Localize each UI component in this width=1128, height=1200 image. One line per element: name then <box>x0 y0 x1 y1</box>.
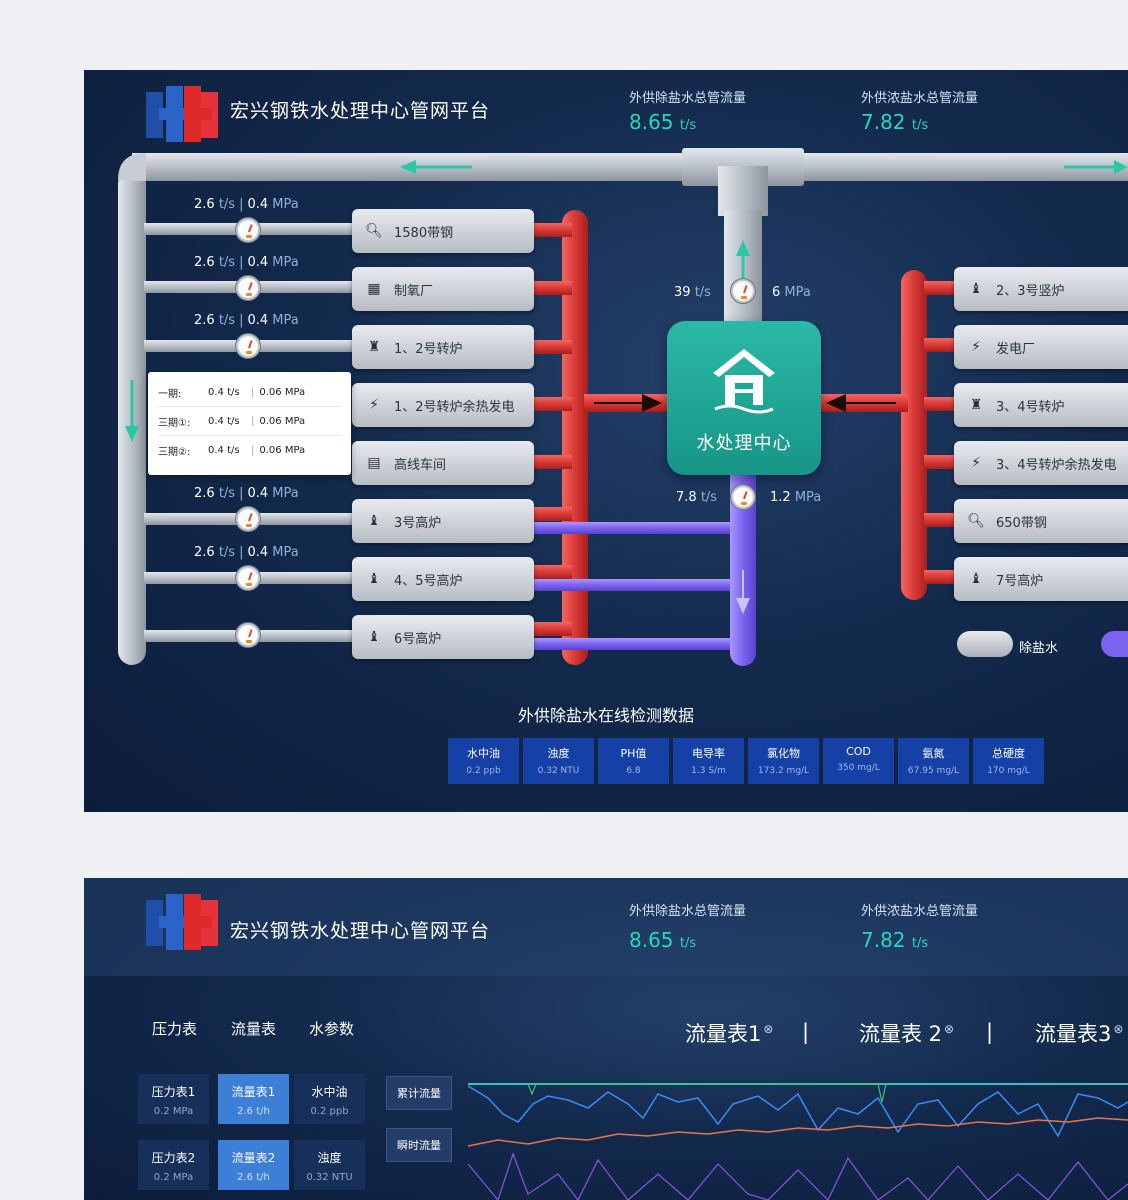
series-line-green <box>527 1083 887 1103</box>
brine-total-flow-label: 外供浓盐水总管流量 <box>861 904 979 919</box>
param-cell[interactable]: PH值 6.8 <box>598 738 669 784</box>
center-top-flow: 39 t/s <box>674 285 711 300</box>
tooltip-row: 一期: 0.4 t/s | 0.06 MPa <box>158 378 341 407</box>
unit-box[interactable]: 🔍︎ 1580带钢 <box>352 209 534 253</box>
brine-total-flow-value: 7.82 t/s <box>861 928 929 952</box>
series-line-purple <box>468 1152 1128 1200</box>
pressure-gauge-icon[interactable] <box>235 506 261 532</box>
furnace-icon: ♝ <box>367 629 381 645</box>
unit-box[interactable]: ⚡︎ 1、2号转炉余热发电 <box>352 383 534 427</box>
water-treatment-center[interactable]: 水处理中心 <box>667 321 821 475</box>
branch-flow-reading: 2.6 t/s | 0.4 MPa <box>194 197 299 212</box>
meter-cell-pressure-2[interactable]: 压力表2 0.2 MPa <box>138 1140 209 1190</box>
meter-cell-oil[interactable]: 水中油 0.2 ppb <box>294 1074 365 1124</box>
series-line-orange <box>468 1117 1128 1147</box>
unit-box[interactable]: ♝ 7号高炉 <box>954 557 1128 601</box>
unit-box[interactable]: ⚡︎ 发电厂 <box>954 325 1128 369</box>
cumulative-flow-button[interactable]: 累计流量 <box>386 1076 452 1110</box>
meter-tab-1[interactable]: 流量表1 ⊗ <box>685 1018 773 1048</box>
unit-box[interactable]: ♝ 4、5号高炉 <box>352 557 534 601</box>
meter-cell-flow-1[interactable]: 流量表1 2.6 t/h <box>218 1074 289 1124</box>
center-bottom-flow: 7.8 t/s <box>676 490 718 505</box>
meter-tab-2[interactable]: 流量表 2 ⊗ <box>859 1018 954 1048</box>
desalted-total-flow-label: 外供除盐水总管流量 <box>629 904 747 919</box>
unit-box[interactable]: ♜ 3、4号转炉 <box>954 383 1128 427</box>
tooltip-row: 三期①: 0.4 t/s | 0.06 MPa <box>158 407 341 436</box>
furnace-icon: ♝ <box>969 281 983 297</box>
pressure-gauge-icon[interactable] <box>235 622 261 648</box>
param-cell[interactable]: 总硬度 170 mg/L <box>973 738 1044 784</box>
pressure-gauge-icon[interactable] <box>235 565 261 591</box>
pressure-gauge-icon[interactable] <box>730 484 756 510</box>
center-top-pressure: 6 MPa <box>772 285 811 300</box>
center-label: 水处理中心 <box>696 433 792 454</box>
branch-detail-tooltip: 一期: 0.4 t/s | 0.06 MPa 三期①: 0.4 t/s | 0.06 MPa… <box>148 372 351 475</box>
param-cell[interactable]: 电导率 1.3 S/m <box>673 738 744 784</box>
param-cell[interactable]: COD 350 mg/L <box>823 738 894 784</box>
desalted-total-flow-value: 8.65 t/s <box>629 928 697 952</box>
furnace-icon: ♝ <box>367 513 381 529</box>
online-params-row: 水中油 0.2 ppb 浊度 0.32 NTU PH值 6.8 电导率 1.3 S/m … <box>448 738 1044 784</box>
meter-tab-separator: | <box>802 1020 810 1044</box>
workshop-icon: ▤ <box>367 455 381 471</box>
legend-label-desalted: 除盐水 <box>1019 641 1059 656</box>
param-cell[interactable]: 浊度 0.32 NTU <box>523 738 594 784</box>
furnace-icon: ♝ <box>367 571 381 587</box>
branch-flow-reading: 2.6 t/s | 0.4 MPa <box>194 486 299 501</box>
unit-box[interactable]: ♝ 6号高炉 <box>352 615 534 659</box>
unit-box[interactable]: ⚡︎ 3、4号转炉余热发电 <box>954 441 1128 485</box>
pressure-gauge-icon[interactable] <box>235 333 261 359</box>
pressure-gauge-icon[interactable] <box>730 278 756 304</box>
power-icon: ⚡︎ <box>971 339 981 355</box>
gear-search-icon: 🔍︎ <box>365 223 383 239</box>
app-title: 宏兴钢铁水处理中心管网平台 <box>230 920 491 942</box>
unit-box[interactable]: ▦ 制氧厂 <box>352 267 534 311</box>
branch-flow-reading: 2.6 t/s | 0.4 MPa <box>194 545 299 560</box>
meter-tab-separator: | <box>986 1020 994 1044</box>
online-params-title: 外供除盐水在线检测数据 <box>517 706 694 725</box>
tab-pressure[interactable]: 压力表 <box>152 1018 197 1039</box>
param-cell[interactable]: 氯化物 173.2 mg/L <box>748 738 819 784</box>
tooltip-row: 三期②: 0.4 t/s | 0.06 MPa <box>158 445 306 458</box>
pressure-gauge-icon[interactable] <box>235 275 261 301</box>
close-icon[interactable]: ⊗ <box>1113 1022 1123 1036</box>
unit-box[interactable]: ♝ 2、3号竖炉 <box>954 267 1128 311</box>
legend-swatch-desalted <box>957 631 1013 657</box>
pressure-gauge-icon[interactable] <box>235 217 261 243</box>
converter-icon: ♜ <box>969 397 983 413</box>
close-icon[interactable]: ⊗ <box>763 1022 773 1036</box>
flow-trend-chart <box>468 1083 1128 1200</box>
branch-flow-reading: 2.6 t/s | 0.4 MPa <box>194 313 299 328</box>
meter-tab-3[interactable]: 流量表3 ⊗ <box>1035 1018 1123 1048</box>
meter-cell-flow-2[interactable]: 流量表2 2.6 t/h <box>218 1140 289 1190</box>
close-icon[interactable]: ⊗ <box>944 1022 954 1036</box>
unit-box[interactable]: ▤ 高线车间 <box>352 441 534 485</box>
furnace-icon: ♝ <box>969 571 983 587</box>
param-cell[interactable]: 氨氮 67.95 mg/L <box>898 738 969 784</box>
branch-flow-reading: 2.6 t/s | 0.4 MPa <box>194 255 299 270</box>
house-icon <box>713 349 775 414</box>
meter-cell-pressure-1[interactable]: 压力表1 0.2 MPa <box>138 1074 209 1124</box>
oxygen-tank-icon: ▦ <box>367 281 381 297</box>
gear-search-icon: 🔍︎ <box>967 513 985 529</box>
unit-box[interactable]: ♜ 1、2号转炉 <box>352 325 534 369</box>
instant-flow-button[interactable]: 瞬时流量 <box>386 1128 452 1162</box>
param-cell[interactable]: 水中油 0.2 ppb <box>448 738 519 784</box>
power-icon: ⚡︎ <box>971 455 981 471</box>
tab-flow[interactable]: 流量表 <box>231 1018 276 1039</box>
meter-detail-screen: 宏兴钢铁水处理中心管网平台 外供除盐水总管流量 8.65 t/s 外供浓盐水总管… <box>84 878 1128 1200</box>
power-icon: ⚡︎ <box>369 397 379 413</box>
meter-cell-turbidity[interactable]: 浊度 0.32 NTU <box>294 1140 365 1190</box>
center-bottom-pressure: 1.2 MPa <box>770 490 822 505</box>
company-logo <box>146 894 218 950</box>
legend-swatch-brine <box>1101 631 1128 657</box>
unit-box[interactable]: ♝ 3号高炉 <box>352 499 534 543</box>
unit-box[interactable]: 🔍︎ 650带钢 <box>954 499 1128 543</box>
converter-icon: ♜ <box>367 339 381 355</box>
pipe-network-screen: 宏兴钢铁水处理中心管网平台 外供除盐水总管流量 8.65 t/s 外供浓盐水总管… <box>84 70 1128 812</box>
tab-water-params[interactable]: 水参数 <box>309 1018 354 1039</box>
